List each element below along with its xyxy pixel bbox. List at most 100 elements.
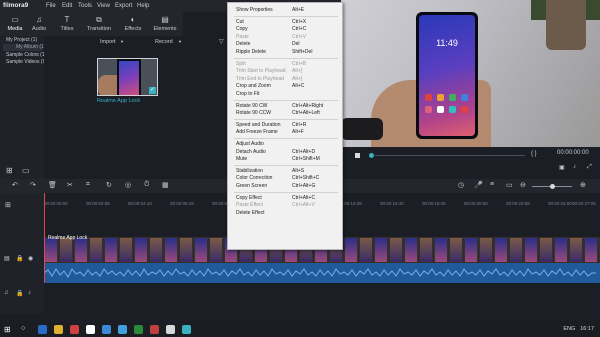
menu-file[interactable]: File [46, 3, 56, 9]
context-menu-item[interactable]: Copy Effect [236, 195, 262, 201]
fullscreen-icon[interactable]: ⤢ [587, 164, 592, 171]
context-menu-item[interactable]: Green Screen [236, 183, 267, 189]
zoom-out-icon[interactable]: ⊖ [520, 181, 526, 189]
app-icon [437, 94, 444, 101]
tab-audio[interactable]: ♫ Audio [24, 12, 54, 36]
context-menu-item[interactable]: Crop to Fit [236, 91, 259, 97]
app-icon[interactable] [150, 325, 159, 334]
menu-edit[interactable]: Edit [62, 3, 72, 9]
context-menu-item[interactable]: Detach Audio [236, 149, 266, 155]
lock-icon[interactable]: 🔒 [16, 255, 23, 262]
voiceover-icon[interactable]: ▭ [506, 181, 513, 189]
cut-icon[interactable]: ✂ [67, 181, 73, 189]
add-track-icon[interactable]: ⊞ [5, 201, 11, 209]
app-icon [461, 94, 468, 101]
delete-icon[interactable]: 🗑 [48, 181, 57, 189]
context-menu-item[interactable]: Color Correction [236, 175, 272, 181]
crop-icon[interactable]: ⌗ [86, 181, 90, 189]
menu-help[interactable]: Help [137, 3, 149, 9]
color-icon[interactable]: ◎ [125, 181, 131, 189]
context-menu-item[interactable]: Trim Start to Playhead [236, 68, 286, 74]
context-menu-item[interactable]: Mute [236, 156, 247, 162]
context-menu-item[interactable]: Crop and Zoom [236, 83, 271, 89]
menu-tools[interactable]: Tools [78, 3, 92, 9]
context-menu-item[interactable]: Ripple Delete [236, 49, 266, 55]
context-menu-item[interactable]: Copy [236, 26, 248, 32]
context-menu-item[interactable]: Rotate 90 CW [236, 103, 267, 109]
sidebar-item-album[interactable]: My Album (1) [3, 44, 45, 51]
snapshot-icon[interactable]: ▣ [559, 164, 565, 171]
context-menu-item[interactable]: Delete [236, 41, 250, 47]
windows-start-icon[interactable]: ⊞ [4, 325, 11, 334]
store-icon[interactable] [102, 325, 111, 334]
track-headers: ⊞ ▤ 🔒 ◉ ♫ 🔒 ♪ [0, 193, 44, 313]
browser-icon[interactable] [70, 325, 79, 334]
redo-icon[interactable]: ↷ [30, 181, 36, 189]
menu-view[interactable]: View [97, 3, 110, 9]
video-frame-thumbnail [449, 237, 463, 263]
filter-icon[interactable]: ▽ [219, 38, 224, 45]
sidebar-item-sample-videos[interactable]: Sample Videos (9) [6, 59, 47, 65]
context-menu-item[interactable]: Paste [236, 34, 249, 40]
sidebar-item-project[interactable]: My Project (1) [6, 37, 37, 43]
rotate-icon[interactable]: ↻ [106, 181, 112, 189]
eye-icon[interactable]: ◉ [28, 255, 33, 262]
green-screen-icon[interactable]: ▦ [162, 181, 169, 189]
marker-brackets[interactable]: { } [531, 151, 537, 157]
tab-elements[interactable]: ▤ Elements [150, 12, 180, 36]
system-tray: ENG 16:17 [563, 326, 594, 332]
context-menu-item[interactable]: Delete Effect [236, 210, 265, 216]
zoom-in-icon[interactable]: ⊕ [580, 181, 586, 189]
context-menu-item[interactable]: Adjust Audio [236, 141, 264, 147]
context-menu-item[interactable]: Split [236, 61, 246, 67]
transition-icon: ⧉ [96, 15, 102, 24]
render-icon[interactable]: ◷ [458, 181, 464, 189]
playhead-handle[interactable] [369, 153, 374, 158]
filmora-taskbar-icon[interactable] [182, 325, 191, 334]
preview-window: 11:49 [341, 0, 600, 147]
ruler-tick: 00:00:27:05 [572, 201, 596, 206]
context-menu-item[interactable]: Cut [236, 19, 244, 25]
tray-clock[interactable]: 16:17 [580, 326, 594, 332]
record-dropdown[interactable]: Record [155, 39, 173, 45]
media-thumbnail[interactable]: ✓ [97, 58, 158, 96]
volume-icon[interactable]: ♪ [573, 164, 576, 170]
context-menu-shortcut: Ctrl+Alt+G [292, 183, 316, 189]
preview-progress-bar[interactable] [375, 155, 525, 156]
context-menu-item[interactable]: Speed and Duration [236, 122, 280, 128]
tab-titles[interactable]: T Titles [52, 12, 82, 36]
sidebar-item-sample-colors[interactable]: Sample Colors (15) [6, 52, 49, 58]
zoom-slider-handle[interactable] [550, 184, 555, 189]
undo-icon[interactable]: ↶ [12, 181, 18, 189]
context-menu-item[interactable]: Stabilization [236, 168, 263, 174]
lock-icon[interactable]: 🔒 [16, 290, 23, 297]
mic-icon[interactable]: 🎤 [474, 181, 483, 189]
volume-icon[interactable]: ♪ [28, 290, 31, 296]
stop-icon[interactable] [355, 153, 360, 158]
context-menu-item[interactable]: Paste Effect [236, 202, 263, 208]
menu-export[interactable]: Export [115, 3, 132, 9]
import-dropdown[interactable]: Import [100, 39, 116, 45]
language-indicator[interactable]: ENG [563, 326, 575, 332]
mail-icon[interactable] [118, 325, 127, 334]
speed-icon[interactable]: ⏱ [144, 181, 149, 189]
context-menu-item[interactable]: Rotate 90 CCW [236, 110, 271, 116]
app-icon[interactable] [166, 325, 175, 334]
taskview-icon[interactable] [38, 325, 47, 334]
playhead[interactable] [44, 193, 45, 283]
context-menu-item[interactable]: Trim End to Playhead [236, 76, 284, 82]
phone-screen-image [119, 61, 139, 95]
audio-clip[interactable] [44, 263, 600, 283]
file-explorer-icon[interactable] [54, 325, 63, 334]
context-menu-shortcut: Alt+F [292, 129, 304, 136]
tab-transition[interactable]: ⧉ Transition [84, 12, 114, 36]
search-icon[interactable]: ○ [21, 325, 25, 332]
tab-effects[interactable]: ◐ Effects [118, 12, 148, 36]
folder-open-icon[interactable]: ▭ [22, 166, 30, 175]
excel-icon[interactable] [134, 325, 143, 334]
mixer-icon[interactable]: ≡ [490, 181, 494, 188]
context-menu-item[interactable]: Show Properties [236, 7, 273, 13]
chrome-icon[interactable] [86, 325, 95, 334]
context-menu-item[interactable]: Add Freeze Frame [236, 129, 278, 135]
new-folder-icon[interactable]: ⊞ [6, 166, 13, 175]
